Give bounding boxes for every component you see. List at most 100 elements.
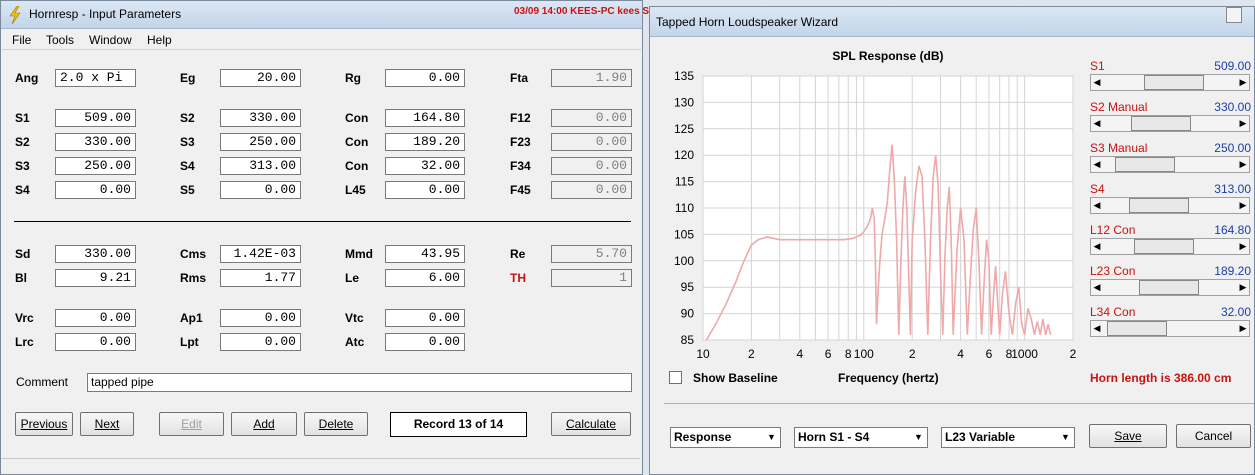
label-s3: S3 [180, 135, 195, 149]
field-s3[interactable]: 250.00 [220, 133, 301, 151]
arrow-right-icon[interactable]: ▶ [1237, 321, 1249, 336]
field-cms[interactable]: 1.42E-03 [220, 245, 301, 263]
field-f23[interactable]: 0.00 [551, 133, 632, 151]
arrow-left-icon[interactable]: ◀ [1091, 157, 1103, 172]
cancel-button[interactable]: Cancel [1176, 424, 1251, 448]
field-s1[interactable]: 509.00 [55, 109, 136, 127]
calculate-button[interactable]: Calculate [551, 412, 631, 436]
slider-thumb[interactable] [1143, 75, 1204, 90]
field-s3[interactable]: 250.00 [55, 157, 136, 175]
field-con[interactable]: 189.20 [385, 133, 465, 151]
label-lrc: Lrc [15, 335, 34, 349]
field-atc[interactable]: 0.00 [385, 333, 465, 351]
slider-label: S2 Manual [1090, 100, 1148, 114]
menu-window[interactable]: Window [89, 33, 132, 47]
previous-button[interactable]: Previous [15, 412, 73, 436]
arrow-left-icon[interactable]: ◀ [1091, 198, 1103, 213]
field-lrc[interactable]: 0.00 [55, 333, 136, 351]
label-th: TH [510, 271, 526, 285]
slider-track[interactable]: ◀ ▶ [1090, 115, 1250, 132]
field-le[interactable]: 6.00 [385, 269, 465, 287]
slider-track[interactable]: ◀ ▶ [1090, 197, 1250, 214]
comment-field[interactable]: tapped pipe [87, 373, 632, 392]
menu-tools[interactable]: Tools [46, 33, 74, 47]
arrow-left-icon[interactable]: ◀ [1091, 321, 1103, 336]
field-mmd[interactable]: 43.95 [385, 245, 465, 263]
arrow-right-icon[interactable]: ▶ [1237, 157, 1249, 172]
y-tick-label: 85 [681, 333, 695, 347]
slider-thumb[interactable] [1128, 198, 1189, 213]
field-con[interactable]: 164.80 [385, 109, 465, 127]
slider-track[interactable]: ◀ ▶ [1090, 238, 1250, 255]
show-baseline-checkbox[interactable] [669, 371, 682, 384]
field-eg[interactable]: 20.00 [220, 69, 301, 87]
menu-file[interactable]: File [12, 33, 31, 47]
field-bl[interactable]: 9.21 [55, 269, 136, 287]
field-f45[interactable]: 0.00 [551, 181, 632, 199]
section-divider [14, 221, 631, 222]
slider-track[interactable]: ◀ ▶ [1090, 156, 1250, 173]
variable-combo[interactable]: L23 Variable ▼ [941, 427, 1075, 448]
field-lpt[interactable]: 0.00 [220, 333, 301, 351]
x-tick-label: 100 [854, 347, 874, 361]
field-ap1[interactable]: 0.00 [220, 309, 301, 327]
label-vrc: Vrc [15, 311, 34, 325]
x-axis-caption: Frequency (hertz) [838, 371, 939, 385]
arrow-right-icon[interactable]: ▶ [1237, 198, 1249, 213]
field-f12[interactable]: 0.00 [551, 109, 632, 127]
lightning-app-icon [9, 6, 21, 24]
field-th[interactable]: 1 [551, 269, 632, 287]
field-vrc[interactable]: 0.00 [55, 309, 136, 327]
field-s4[interactable]: 313.00 [220, 157, 301, 175]
field-fta[interactable]: 1.90 [551, 69, 632, 87]
add-button[interactable]: Add [231, 412, 297, 436]
label-mmd: Mmd [345, 247, 373, 261]
slider-thumb[interactable] [1114, 157, 1175, 172]
horn-section-combo[interactable]: Horn S1 - S4 ▼ [794, 427, 928, 448]
field-ang[interactable]: 2.0 x Pi [55, 69, 136, 87]
field-l45[interactable]: 0.00 [385, 181, 465, 199]
x-tick-label: 6 [825, 347, 832, 361]
arrow-left-icon[interactable]: ◀ [1091, 239, 1103, 254]
label-s5: S5 [180, 183, 195, 197]
slider-track[interactable]: ◀ ▶ [1090, 320, 1250, 337]
slider-thumb[interactable] [1138, 280, 1199, 295]
arrow-right-icon[interactable]: ▶ [1237, 280, 1249, 295]
close-icon[interactable] [1226, 7, 1242, 23]
slider-thumb[interactable] [1131, 116, 1192, 131]
arrow-right-icon[interactable]: ▶ [1237, 116, 1249, 131]
field-s4[interactable]: 0.00 [55, 181, 136, 199]
delete-button[interactable]: Delete [304, 412, 368, 436]
field-s5[interactable]: 0.00 [220, 181, 301, 199]
y-tick-label: 95 [681, 280, 695, 294]
slider-thumb[interactable] [1134, 239, 1195, 254]
field-sd[interactable]: 330.00 [55, 245, 136, 263]
field-vtc[interactable]: 0.00 [385, 309, 465, 327]
save-button-label: Save [1114, 429, 1142, 443]
arrow-left-icon[interactable]: ◀ [1091, 280, 1103, 295]
field-re[interactable]: 5.70 [551, 245, 632, 263]
label-s2: S2 [15, 135, 30, 149]
next-button[interactable]: Next [80, 412, 134, 436]
edit-button[interactable]: Edit [159, 412, 224, 436]
field-rms[interactable]: 1.77 [220, 269, 301, 287]
field-rg[interactable]: 0.00 [385, 69, 465, 87]
field-f34[interactable]: 0.00 [551, 157, 632, 175]
save-button[interactable]: Save [1089, 424, 1167, 448]
slider-thumb[interactable] [1107, 321, 1168, 336]
field-s2[interactable]: 330.00 [55, 133, 136, 151]
y-tick-label: 120 [674, 148, 694, 162]
arrow-right-icon[interactable]: ▶ [1237, 75, 1249, 90]
horn-length-text: Horn length is 386.00 cm [1090, 371, 1232, 385]
arrow-left-icon[interactable]: ◀ [1091, 116, 1103, 131]
menu-help[interactable]: Help [147, 33, 172, 47]
field-con[interactable]: 32.00 [385, 157, 465, 175]
label-l45: L45 [345, 183, 366, 197]
arrow-right-icon[interactable]: ▶ [1237, 239, 1249, 254]
field-s2[interactable]: 330.00 [220, 109, 301, 127]
wizard-title-bar[interactable]: Tapped Horn Loudspeaker Wizard [650, 7, 1254, 37]
arrow-left-icon[interactable]: ◀ [1091, 75, 1103, 90]
slider-track[interactable]: ◀ ▶ [1090, 279, 1250, 296]
response-combo[interactable]: Response ▼ [670, 427, 781, 448]
slider-track[interactable]: ◀ ▶ [1090, 74, 1250, 91]
